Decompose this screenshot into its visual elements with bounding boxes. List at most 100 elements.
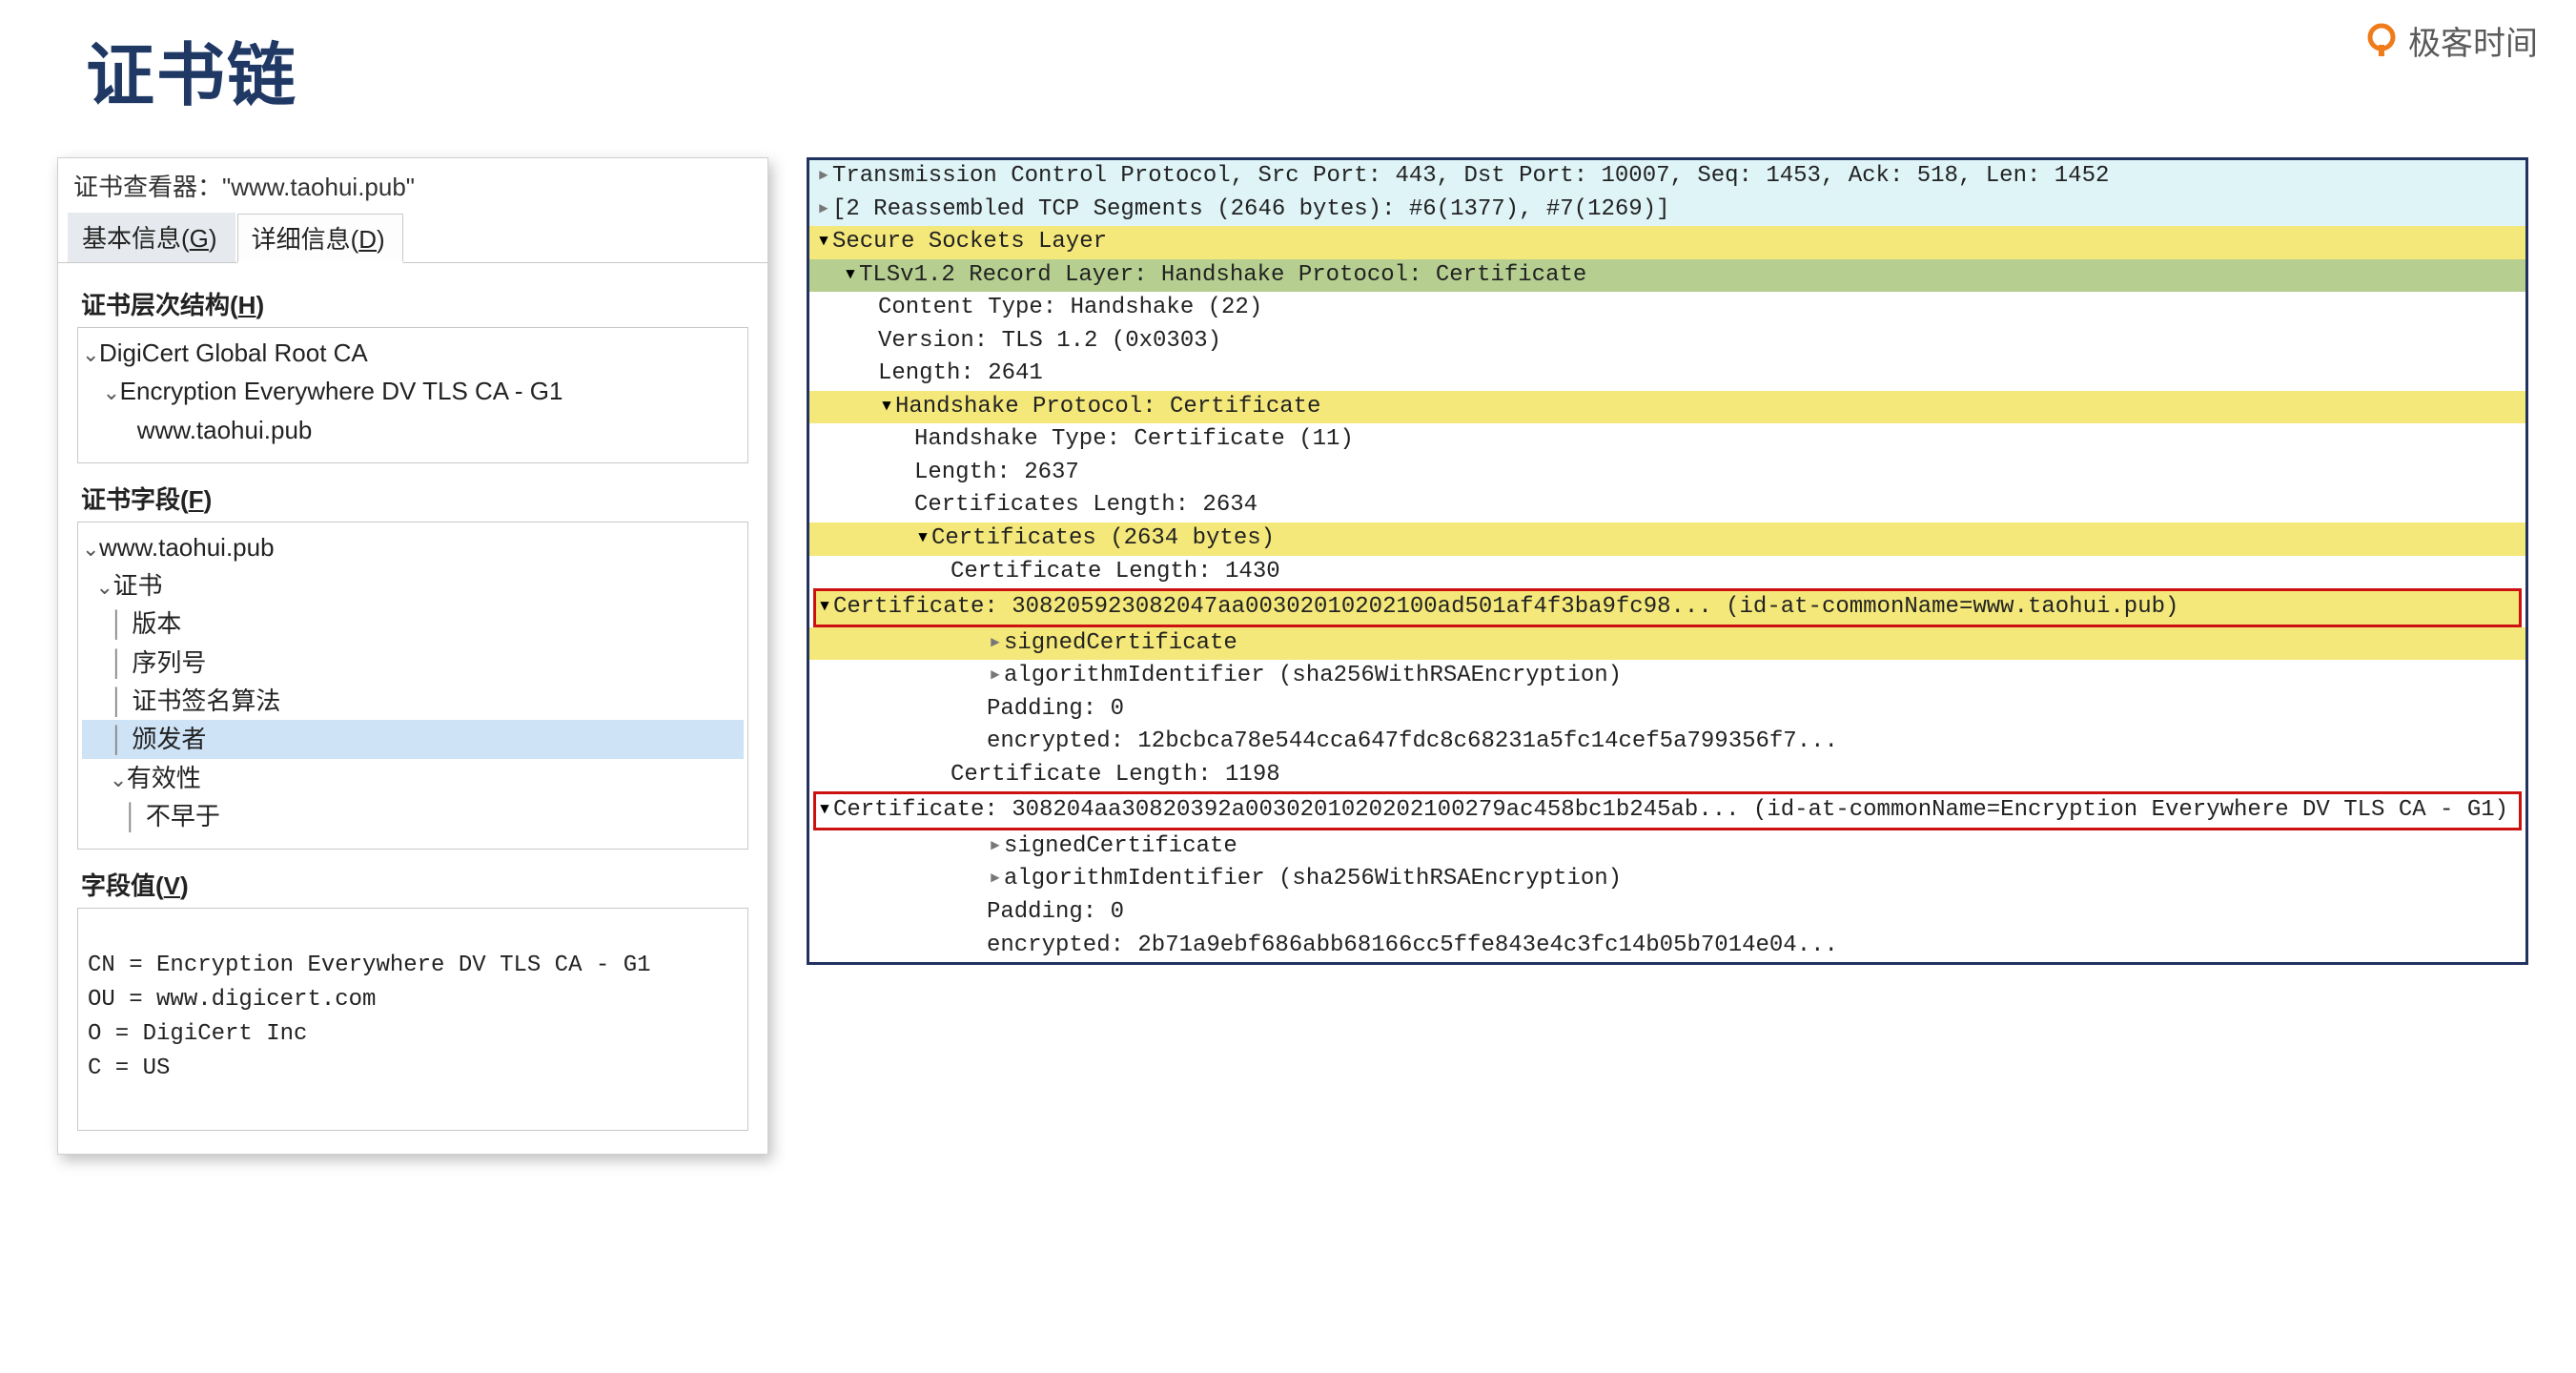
tree-guide: │	[110, 648, 132, 677]
brand-icon	[2362, 22, 2401, 60]
tab-detail-info[interactable]: 详细信息(D)	[237, 214, 403, 263]
tree-row-algo-id-2[interactable]: algorithmIdentifier (sha256WithRSAEncryp…	[809, 863, 2525, 896]
tree-node-label: 颁发者	[132, 725, 206, 753]
tree-node-root-ca[interactable]: DigiCert Global Root CA	[82, 334, 744, 372]
tab-label: 基本信息(	[82, 224, 190, 253]
tree-node-validity[interactable]: 有效性	[82, 759, 744, 797]
tree-row-text: Padding: 0	[987, 693, 2520, 727]
tree-row-handshake-protocol[interactable]: Handshake Protocol: Certificate	[809, 391, 2525, 424]
tree-guide: │	[110, 609, 132, 638]
tree-node-subject[interactable]: www.taohui.pub	[82, 528, 744, 566]
tab-basic-info[interactable]: 基本信息(G)	[68, 213, 235, 262]
tree-row-text: Certificates (2634 bytes)	[931, 523, 2520, 556]
tree-row-certificates[interactable]: Certificates (2634 bytes)	[809, 523, 2525, 556]
packet-detail-tree[interactable]: Transmission Control Protocol, Src Port:…	[807, 157, 2528, 965]
brand-logo: 极客时间	[2362, 17, 2538, 64]
field-value-line: CN = Encryption Everywhere DV TLS CA - G…	[88, 953, 651, 978]
field-value-line: OU = www.digicert.com	[88, 987, 376, 1013]
tab-suffix: )	[377, 225, 385, 254]
tree-row-cert1[interactable]: Certificate: 308205923082047aa0030201020…	[816, 591, 2519, 625]
dialog-title: 证书查看器："www.taohui.pub"	[58, 158, 767, 213]
tree-row-content-type[interactable]: Content Type: Handshake (22)	[809, 292, 2525, 325]
tree-row-text: Content Type: Handshake (22)	[878, 292, 2520, 325]
tree-row-signed-cert-2[interactable]: signedCertificate	[809, 830, 2525, 864]
heading-text: 证书层次结构(	[81, 291, 238, 319]
tree-node-label: 版本	[132, 609, 181, 638]
chevron-right-icon[interactable]	[987, 627, 1004, 661]
tree-row-encrypted2[interactable]: encrypted: 2b71a9ebf686abb68166cc5ffe843…	[809, 930, 2525, 963]
tree-row-encrypted1[interactable]: encrypted: 12bcbca78e544cca647fdc8c68231…	[809, 726, 2525, 759]
tab-label: 详细信息(	[252, 225, 359, 254]
chevron-down-icon[interactable]	[815, 226, 832, 259]
tree-row-text: Padding: 0	[987, 896, 2520, 930]
chevron-down-icon[interactable]	[110, 759, 127, 797]
tree-node-leaf-cert[interactable]: www.taohui.pub	[82, 411, 744, 449]
tree-node-intermediate-ca[interactable]: Encryption Everywhere DV TLS CA - G1	[82, 372, 744, 410]
tree-row-text: Version: TLS 1.2 (0x0303)	[878, 325, 2520, 359]
tree-row-tcp[interactable]: Transmission Control Protocol, Src Port:…	[809, 160, 2525, 194]
tab-hotkey: G	[190, 224, 209, 253]
tree-row-text: Certificates Length: 2634	[914, 489, 2520, 523]
chevron-down-icon[interactable]	[103, 372, 120, 410]
heading-hotkey: V	[164, 871, 180, 900]
tree-node-sig-algo[interactable]: │ 证书签名算法	[82, 682, 744, 720]
chevron-down-icon[interactable]	[816, 794, 833, 828]
tree-row-text: TLSv1.2 Record Layer: Handshake Protocol…	[859, 259, 2520, 293]
chevron-right-icon[interactable]	[815, 160, 832, 194]
chevron-down-icon[interactable]	[82, 334, 99, 372]
tree-row-record-length[interactable]: Length: 2641	[809, 358, 2525, 391]
certificate-viewer-dialog: 证书查看器："www.taohui.pub" 基本信息(G) 详细信息(D) 证…	[57, 157, 768, 1155]
tab-suffix: )	[209, 224, 217, 253]
cert-fields-tree[interactable]: www.taohui.pub 证书 │ 版本 │ 序列号 │ 证书签名算法 │ …	[77, 522, 748, 850]
chevron-down-icon[interactable]	[842, 259, 859, 293]
tree-row-version[interactable]: Version: TLS 1.2 (0x0303)	[809, 325, 2525, 359]
tree-row-text: signedCertificate	[1004, 627, 2520, 661]
heading-hierarchy: 证书层次结构(H)	[81, 286, 745, 321]
heading-hotkey: F	[189, 485, 204, 514]
tree-row-tls-record[interactable]: TLSv1.2 Record Layer: Handshake Protocol…	[809, 259, 2525, 293]
tree-row-padding-2[interactable]: Padding: 0	[809, 896, 2525, 930]
tree-row-cert2[interactable]: Certificate: 308204aa30820392a0030201020…	[816, 794, 2519, 828]
tree-guide: │	[110, 725, 132, 753]
tree-row-ssl[interactable]: Secure Sockets Layer	[809, 226, 2525, 259]
tree-row-reassembled[interactable]: [2 Reassembled TCP Segments (2646 bytes)…	[809, 194, 2525, 227]
tree-guide: │	[110, 686, 132, 715]
chevron-down-icon[interactable]	[816, 591, 833, 625]
tree-node-issuer[interactable]: │ 颁发者	[82, 720, 744, 758]
tree-row-signed-cert[interactable]: signedCertificate	[809, 627, 2525, 661]
tree-row-handshake-length[interactable]: Length: 2637	[809, 457, 2525, 490]
page-title: 证书链	[86, 19, 2528, 119]
tree-row-text: Certificate: 308204aa30820392a0030201020…	[833, 794, 2513, 828]
chevron-down-icon[interactable]	[82, 528, 99, 566]
chevron-right-icon[interactable]	[987, 660, 1004, 693]
tree-row-text: Certificate: 308205923082047aa0030201020…	[833, 591, 2513, 625]
tree-node-not-before[interactable]: │ 不早于	[82, 797, 744, 835]
tree-row-text: encrypted: 2b71a9ebf686abb68166cc5ffe843…	[987, 930, 2520, 963]
tree-node-label: 证书签名算法	[132, 686, 280, 715]
chevron-right-icon[interactable]	[815, 194, 832, 227]
tree-row-padding[interactable]: Padding: 0	[809, 693, 2525, 727]
tree-row-text: Secure Sockets Layer	[832, 226, 2520, 259]
chevron-right-icon[interactable]	[987, 863, 1004, 896]
tree-node-certificate[interactable]: 证书	[82, 566, 744, 605]
tree-row-handshake-type[interactable]: Handshake Type: Certificate (11)	[809, 423, 2525, 457]
tree-row-certificates-length[interactable]: Certificates Length: 2634	[809, 489, 2525, 523]
tree-row-text: algorithmIdentifier (sha256WithRSAEncryp…	[1004, 863, 2520, 896]
chevron-right-icon[interactable]	[987, 830, 1004, 864]
tree-node-label: 序列号	[132, 648, 206, 677]
tree-node-serial[interactable]: │ 序列号	[82, 644, 744, 682]
chevron-down-icon[interactable]	[914, 523, 931, 556]
tree-node-label: Encryption Everywhere DV TLS CA - G1	[120, 377, 563, 405]
tree-node-version[interactable]: │ 版本	[82, 605, 744, 643]
tree-row-cert2-length[interactable]: Certificate Length: 1198	[809, 759, 2525, 792]
chevron-down-icon[interactable]	[878, 391, 895, 424]
tree-row-algo-id[interactable]: algorithmIdentifier (sha256WithRSAEncryp…	[809, 660, 2525, 693]
tree-row-text: [2 Reassembled TCP Segments (2646 bytes)…	[832, 194, 2520, 227]
chevron-down-icon[interactable]	[95, 566, 112, 605]
tree-row-text: Certificate Length: 1198	[951, 759, 2520, 792]
field-value-box[interactable]: CN = Encryption Everywhere DV TLS CA - G…	[77, 908, 748, 1131]
heading-fields: 证书字段(F)	[81, 481, 745, 516]
cert-hierarchy-tree[interactable]: DigiCert Global Root CA Encryption Every…	[77, 327, 748, 463]
heading-text: 字段值(	[81, 871, 164, 900]
tree-row-cert1-length[interactable]: Certificate Length: 1430	[809, 556, 2525, 589]
